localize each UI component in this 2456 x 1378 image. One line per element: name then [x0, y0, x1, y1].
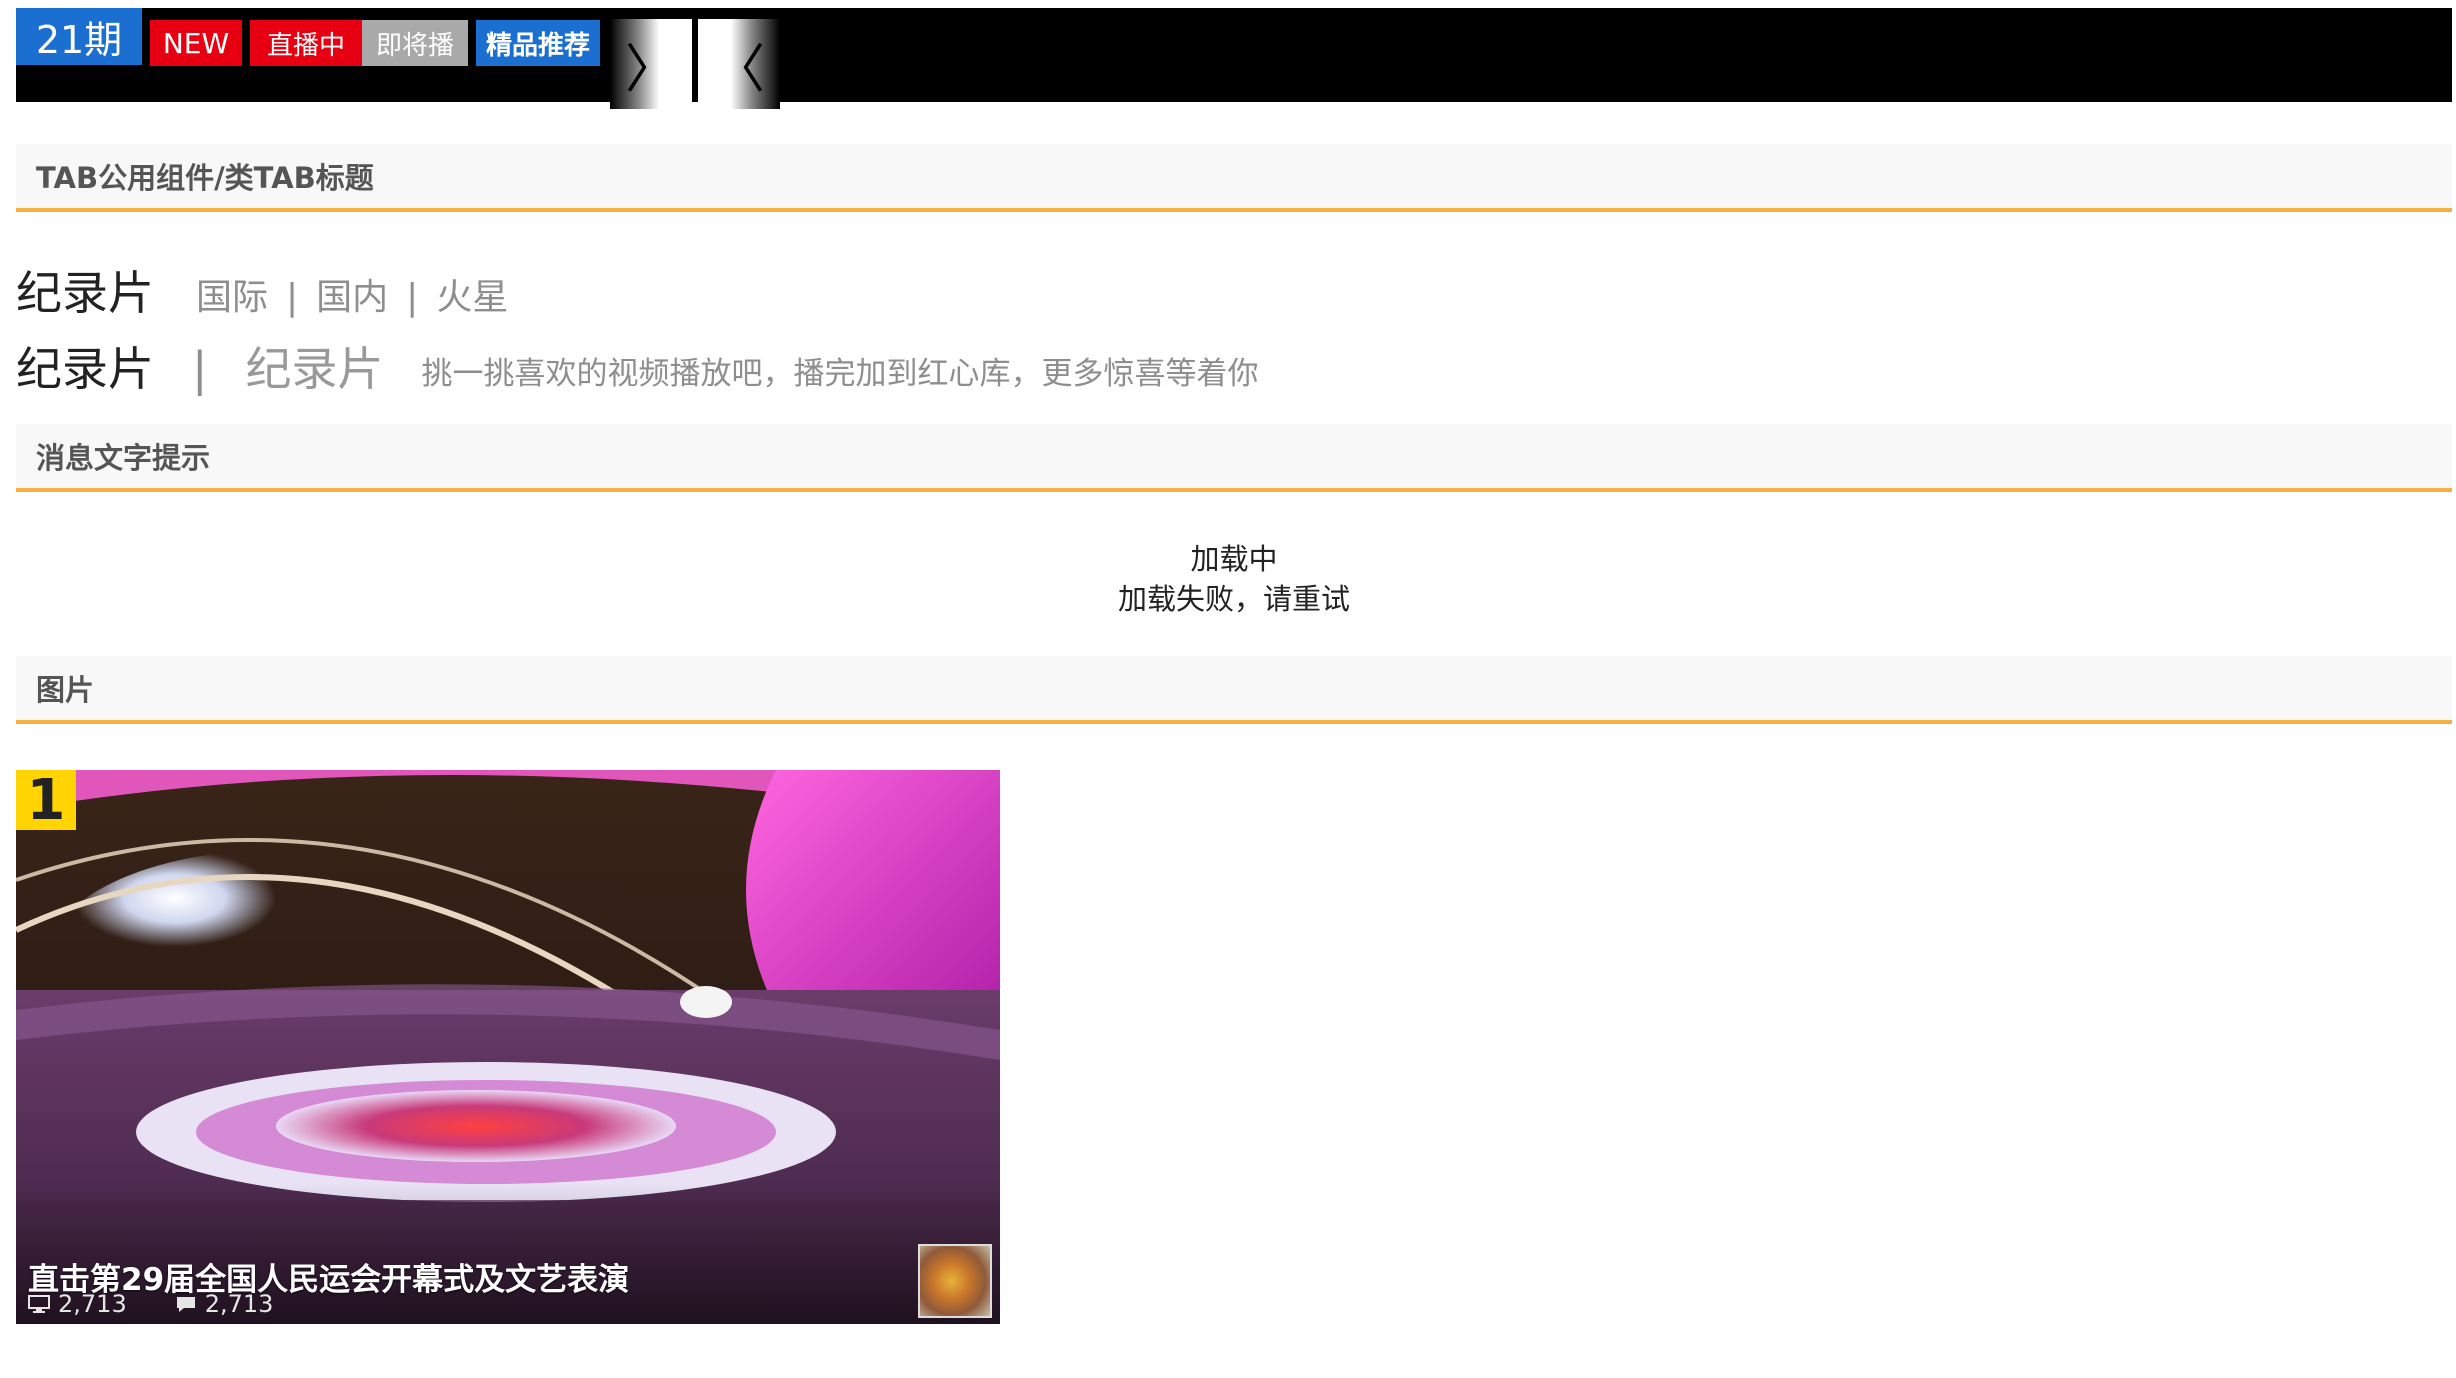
section-title: TAB公用组件/类TAB标题: [36, 161, 374, 195]
featured-badge: 精品推荐: [476, 20, 600, 66]
comment-count: 2,713: [175, 1290, 274, 1318]
tab-description: 挑一挑喜欢的视频播放吧，播完加到红心库，更多惊喜等着你: [421, 356, 1259, 392]
issue-badge: 21期: [16, 8, 142, 65]
monitor-icon: [28, 1295, 50, 1313]
video-stats: 2,713 2,713: [28, 1290, 273, 1318]
tab-title-secondary[interactable]: 纪录片: [246, 346, 384, 392]
top-bar: 21期 NEW 直播中 即将播 精品推荐 〉 〈: [16, 8, 2452, 109]
comment-icon: [176, 1297, 195, 1312]
tab-title-row: 纪录片 | 纪录片 挑一挑喜欢的视频播放吧，播完加到红心库，更多惊喜等着你: [16, 330, 1259, 392]
chevron-right-icon: 〉: [624, 39, 677, 100]
view-count: 2,713: [28, 1290, 127, 1318]
tab-separator: |: [406, 277, 419, 318]
section-header-message: 消息文字提示: [16, 424, 2452, 492]
new-badge: NEW: [150, 20, 242, 66]
section-title: 消息文字提示: [36, 441, 211, 475]
channel-avatar[interactable]: [918, 1244, 992, 1318]
tab-title-main: 纪录片: [16, 266, 154, 320]
section-header-image: 图片: [16, 656, 2452, 724]
comment-count-value: 2,713: [204, 1290, 274, 1318]
video-card[interactable]: 1 直击第29届全国人民运会开幕式及文艺表演 2,713 2,713: [16, 770, 1000, 1324]
live-badge: 直播中: [250, 20, 362, 66]
loading-message: 加载中: [1190, 542, 1278, 576]
view-count-value: 2,713: [58, 1290, 127, 1318]
section-title: 图片: [36, 673, 95, 707]
tab-international[interactable]: 国际: [196, 280, 268, 316]
upcoming-badge: 即将播: [362, 20, 468, 66]
chevron-left-icon: 〈: [712, 39, 765, 100]
section-header-tab: TAB公用组件/类TAB标题: [16, 144, 2452, 212]
retry-message[interactable]: 加载失败，请重试: [16, 576, 2452, 618]
rank-badge: 1: [16, 770, 76, 833]
tab-separator: |: [286, 277, 299, 318]
tab-title-row: 纪录片 国际 | 国内 | 火星: [16, 254, 508, 316]
tab-domestic[interactable]: 国内: [316, 280, 388, 316]
tab-mars[interactable]: 火星: [436, 280, 508, 316]
tab-title-main: 纪录片: [16, 342, 154, 396]
tab-separator: |: [192, 342, 208, 396]
prev-arrow-button[interactable]: 〈: [698, 19, 780, 109]
next-arrow-button[interactable]: 〉: [610, 19, 692, 109]
